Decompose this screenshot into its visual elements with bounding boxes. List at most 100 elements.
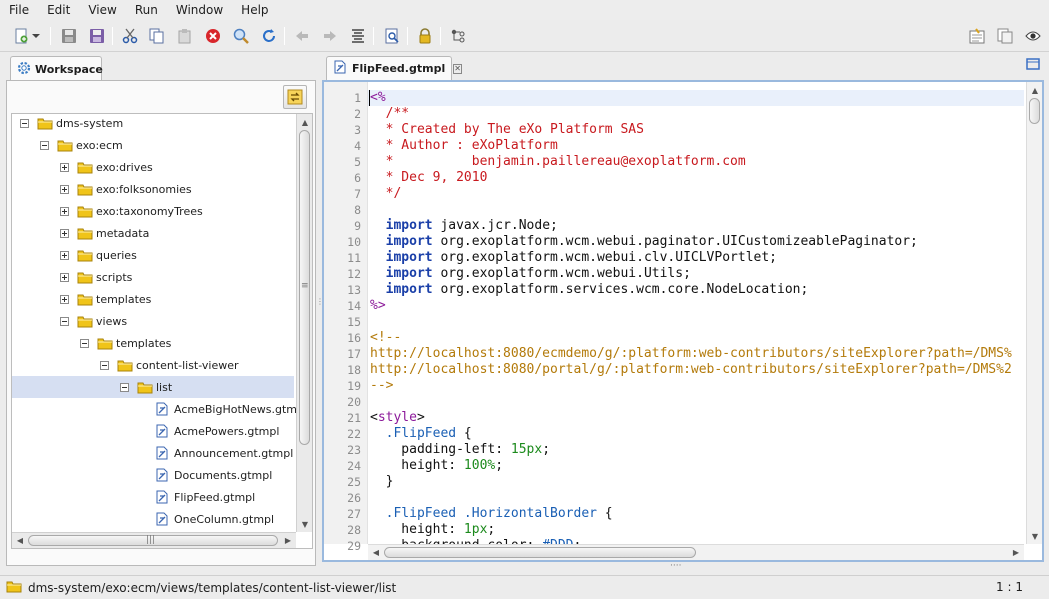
new-dropdown-chevron-icon[interactable] — [31, 27, 41, 45]
menu-window[interactable]: Window — [167, 0, 232, 20]
scroll-up-arrow-icon[interactable]: ▲ — [1028, 83, 1042, 97]
maximize-icon[interactable] — [1026, 57, 1040, 74]
refresh-icon[interactable] — [260, 27, 278, 45]
tree-file-node[interactable]: FlipFeed.gtmpl — [12, 486, 294, 508]
code-token: /** — [370, 106, 410, 121]
editor-vertical-scroll-thumb[interactable] — [1029, 98, 1040, 124]
tree-file-node[interactable]: AcmeBigHotNews.gtmpl — [12, 398, 307, 420]
tree-folder-node[interactable]: scripts — [12, 266, 294, 288]
line-number: 1 — [354, 91, 361, 105]
tree-folder-node[interactable]: content-list-viewer — [12, 354, 294, 376]
code-token: ; — [487, 522, 496, 537]
gear-icon — [17, 61, 31, 78]
tree-folder-node[interactable]: dms-system — [12, 114, 294, 134]
collapse-icon[interactable] — [80, 338, 89, 348]
copy-icon[interactable] — [148, 27, 166, 45]
new-file-icon[interactable] — [12, 27, 30, 45]
menu-edit[interactable]: Edit — [38, 0, 79, 20]
tab-flipfeed[interactable]: FlipFeed.gtmpl ✕ — [326, 56, 462, 80]
scroll-down-arrow-icon[interactable]: ▼ — [1028, 529, 1042, 543]
delete-icon[interactable] — [204, 27, 222, 45]
code-token: import — [385, 234, 433, 249]
tree-folder-node[interactable]: exo:taxonomyTrees — [12, 200, 294, 222]
tree-node-label: AcmePowers.gtmpl — [174, 424, 280, 438]
format-icon[interactable] — [349, 27, 367, 45]
code-line: http://localhost:8080/portal/g/:platform… — [370, 362, 1012, 378]
eye-icon[interactable] — [1024, 27, 1042, 45]
tree-vertical-scrollbar[interactable]: ▲ ≡ ▼ — [296, 114, 312, 532]
line-number: 11 — [347, 251, 361, 265]
link-with-editor-button[interactable] — [283, 85, 307, 109]
panel-splitter[interactable]: ⋮ — [316, 298, 324, 314]
search-icon[interactable] — [232, 27, 250, 45]
editor-horizontal-scrollbar[interactable]: ◀ ▶ — [368, 544, 1024, 560]
scroll-right-arrow-icon[interactable]: ▶ — [281, 533, 295, 547]
expand-icon[interactable] — [60, 250, 69, 260]
close-tab-icon[interactable]: ✕ — [453, 63, 462, 74]
scroll-left-arrow-icon[interactable]: ◀ — [369, 545, 383, 559]
scroll-grip-icon: ≡ — [301, 281, 309, 291]
expand-icon[interactable] — [60, 184, 69, 194]
bottom-splitter-grip-icon[interactable]: ···· — [670, 562, 681, 571]
tree-folder-node[interactable]: exo:drives — [12, 156, 294, 178]
menu-help[interactable]: Help — [232, 0, 277, 20]
line-number: 23 — [347, 443, 361, 457]
versions-icon[interactable] — [996, 27, 1014, 45]
scroll-down-arrow-icon[interactable]: ▼ — [298, 517, 312, 531]
tree-node-label: content-list-viewer — [136, 358, 239, 372]
menu-file[interactable]: File — [0, 0, 38, 20]
code-line: * Author : eXoPlatform — [370, 138, 558, 154]
menu-run[interactable]: Run — [126, 0, 167, 20]
tree-folder-node[interactable]: templates — [12, 332, 294, 354]
scroll-left-arrow-icon[interactable]: ◀ — [13, 533, 27, 547]
tree-folder-node[interactable]: exo:folksonomies — [12, 178, 294, 200]
paste-icon[interactable] — [176, 27, 194, 45]
collapse-icon[interactable] — [20, 118, 29, 128]
editor-vertical-scrollbar[interactable]: ▲ ▼ — [1026, 82, 1042, 544]
expand-icon[interactable] — [60, 294, 69, 304]
tab-workspace[interactable]: Workspace — [10, 56, 103, 81]
tree-file-node[interactable]: Announcement.gtmpl — [12, 442, 294, 464]
cut-icon[interactable] — [121, 27, 139, 45]
code-line: <style> — [370, 410, 425, 426]
code-token: org.exoplatform.wcm.webui.Utils; — [432, 266, 691, 281]
scroll-up-arrow-icon[interactable]: ▲ — [298, 115, 312, 129]
collapse-icon[interactable] — [120, 382, 129, 392]
tree-file-node[interactable]: Documents.gtmpl — [12, 464, 294, 486]
tree-file-node[interactable]: AcmePowers.gtmpl — [12, 420, 294, 442]
forward-arrow-icon[interactable] — [321, 27, 339, 45]
lock-icon[interactable] — [416, 27, 434, 45]
tree-folder-node[interactable]: list — [12, 376, 294, 398]
tree-folder-node[interactable]: queries — [12, 244, 294, 266]
preview-icon[interactable] — [383, 27, 401, 45]
template-file-icon — [333, 60, 347, 77]
tree-horizontal-scrollbar[interactable]: ◀ ||| ▶ — [12, 532, 296, 548]
collapse-icon[interactable] — [100, 360, 109, 370]
scroll-right-arrow-icon[interactable]: ▶ — [1009, 545, 1023, 559]
collapse-icon[interactable] — [40, 140, 49, 150]
save-all-icon[interactable] — [88, 27, 106, 45]
back-arrow-icon[interactable] — [293, 27, 311, 45]
expand-icon[interactable] — [60, 272, 69, 282]
line-number: 9 — [354, 219, 361, 233]
expand-icon[interactable] — [60, 206, 69, 216]
menu-view[interactable]: View — [79, 0, 125, 20]
tree-folder-node[interactable]: templates — [12, 288, 294, 310]
editor-horizontal-scroll-thumb[interactable] — [384, 547, 696, 558]
save-icon[interactable] — [60, 27, 78, 45]
code-token: * Created by The eXo Platform SAS — [370, 122, 644, 137]
properties-icon[interactable] — [968, 27, 986, 45]
line-number: 14 — [347, 299, 361, 313]
folder-icon — [77, 226, 93, 240]
expand-icon[interactable] — [60, 228, 69, 238]
collapse-icon[interactable] — [60, 316, 69, 326]
code-editor[interactable]: 1 2 3 4 5 6 7 8 9 10 11 12 13 14 15 16 17 18 19 20 21 22 23 24 2… — [322, 80, 1044, 562]
tree-folder-node[interactable]: views — [12, 310, 294, 332]
expand-icon[interactable] — [60, 162, 69, 172]
node-tree-icon[interactable] — [449, 27, 467, 45]
tree-folder-node[interactable]: exo:ecm — [12, 134, 294, 156]
code-area[interactable]: <% /** * Created by The eXo Platform SAS… — [368, 82, 1024, 544]
tree-file-node[interactable]: OneColumn.gtmpl — [12, 508, 294, 530]
tree-folder-node[interactable]: metadata — [12, 222, 294, 244]
